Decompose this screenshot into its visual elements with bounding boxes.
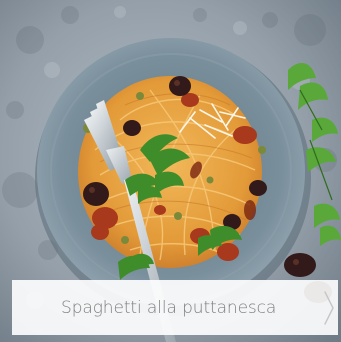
caption-bar[interactable]: Spaghetti alla puttanesca <box>12 280 338 335</box>
recipe-card[interactable]: Spaghetti alla puttanesca <box>0 0 341 342</box>
recipe-title: Spaghetti alla puttanesca <box>61 297 277 318</box>
chevron-right-icon[interactable] <box>322 289 336 327</box>
